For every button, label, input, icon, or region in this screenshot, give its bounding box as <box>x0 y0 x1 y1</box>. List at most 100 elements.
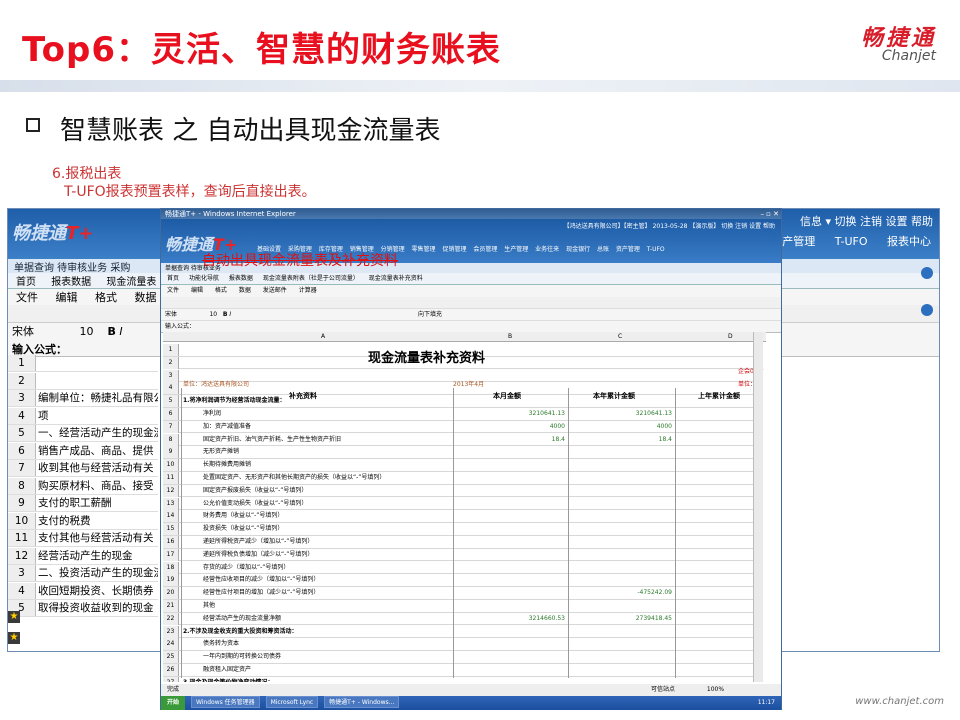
sheet-row[interactable]: 16 递延所得税资产减少（增加以“-”号填列） <box>163 536 763 549</box>
col-header-a[interactable]: A <box>321 333 325 340</box>
back-sheet-row[interactable]: 1 <box>8 355 158 372</box>
help-icon[interactable] <box>921 267 933 279</box>
back-sheet-row[interactable]: 12 经营活动产生的现金 <box>8 547 158 565</box>
tab-cash-flow[interactable]: 现金流量表 <box>106 277 156 288</box>
back-sheet-row[interactable]: 2 <box>8 372 158 390</box>
col-header-b[interactable]: B <box>508 333 512 340</box>
sheet-row[interactable]: 24 债务转为资本 <box>163 638 763 651</box>
sheet-row[interactable]: 6 净利润 3210641.13 3210641.13 <box>163 408 763 421</box>
sheet-row[interactable]: 9 无形资产摊销 <box>163 446 763 459</box>
cell-item[interactable]: 一年内到期的可转换公司债券 <box>203 651 449 663</box>
back-user-nav[interactable]: 信息 ▾ 切换 注销 设置 帮助 <box>800 213 933 229</box>
back-sheet-row[interactable]: 9 支付的职工薪酬 <box>8 495 158 512</box>
sheet-row[interactable]: 19 经营性应收项目的减少（增加以“-”号填列） <box>163 574 763 587</box>
cell-item[interactable]: 加：资产减值准备 <box>203 421 449 433</box>
cell-item[interactable]: 固定资产报废损失（收益以“-”号填列） <box>203 485 449 497</box>
sheet-row[interactable]: 17 递延所得税负债增加（减少以“-”号填列） <box>163 548 763 562</box>
sheet-row[interactable]: 22 经营活动产生的现金流量净额 3214660.53 2739418.45 <box>163 612 763 626</box>
font-size-select[interactable]: 10 <box>79 325 93 338</box>
menu-edit[interactable]: 编辑 <box>191 287 203 294</box>
font-select[interactable]: 宋体 <box>165 311 177 318</box>
menu-format[interactable]: 格式 <box>95 291 117 304</box>
sheet-row[interactable]: 26 融资租入固定资产 <box>163 664 763 677</box>
cell-item[interactable]: 2.不涉及现金收支的重大投资和筹资活动： <box>183 626 449 638</box>
sheet-row[interactable]: 8 固定资产折旧、油气资产折耗、生产性生物资产折旧 18.4 18.4 <box>163 433 763 447</box>
cell-item[interactable]: 投资损失（收益以“-”号填列） <box>203 523 449 535</box>
taskbar-item[interactable]: Microsoft Lync <box>265 696 319 708</box>
favorite-star-icon[interactable]: ★ <box>8 611 20 623</box>
italic-button[interactable]: I <box>119 325 122 338</box>
start-button[interactable]: 开始 <box>161 696 186 710</box>
menu-data[interactable]: 数据 <box>239 287 251 294</box>
sheet-row[interactable]: 20 经营性应付项目的增加（减少以“-”号填列） -475242.09 <box>163 587 763 600</box>
sheet-row[interactable]: 27 3.现金及现金等价物净变动情况： <box>163 676 763 682</box>
back-sheet-row[interactable]: 3二、投资活动产生的现金流量： <box>8 565 158 582</box>
bold-button[interactable]: B <box>223 311 228 318</box>
window-controls[interactable]: – ▫ ✕ <box>760 209 779 219</box>
cell-item[interactable]: 经营性应付项目的增加（减少以“-”号填列） <box>203 587 449 599</box>
tab-home[interactable]: 首页 <box>167 275 179 282</box>
cell-item[interactable]: 递延所得税资产减少（增加以“-”号填列） <box>203 536 449 548</box>
sheet-row[interactable]: 14 财务费用（收益以“-”号填列） <box>163 510 763 523</box>
menu-edit[interactable]: 编辑 <box>56 291 78 304</box>
cell-item[interactable]: 经营活动产生的现金流量净额 <box>203 613 449 625</box>
sheet-row[interactable]: 25 一年内到期的可转换公司债券 <box>163 651 763 664</box>
back-sheet-row[interactable]: 4 收回短期投资、长期债券 <box>8 582 158 600</box>
cell-ytd-amount[interactable]: 4000 <box>568 421 672 433</box>
cell-ytd-amount[interactable]: 18.4 <box>568 434 672 446</box>
cell-month-amount[interactable]: 18.4 <box>453 434 565 446</box>
font-select[interactable]: 宋体 <box>12 325 34 338</box>
zoom-level[interactable]: 100% <box>707 686 724 693</box>
cell-month-amount[interactable]: 3210641.13 <box>453 408 565 420</box>
cell-item[interactable]: 经营性应收项目的减少（增加以“-”号填列） <box>203 574 449 586</box>
tab-home[interactable]: 首页 <box>16 277 36 288</box>
sheet-row[interactable]: 7 加：资产减值准备 4000 4000 <box>163 420 763 434</box>
sheet-row[interactable]: 15 投资损失（收益以“-”号填列） <box>163 523 763 536</box>
sheet-row[interactable]: 13 公允价值变动损失（收益以“-”号填列） <box>163 497 763 511</box>
sheet-row[interactable]: 21 其他 <box>163 600 763 613</box>
cell-item[interactable]: 其他 <box>203 600 449 612</box>
taskbar-item[interactable]: 畅捷通T+ - Windows... <box>324 696 400 708</box>
col-header-c[interactable]: C <box>618 333 622 340</box>
cell-item[interactable]: 处置固定资产、无形资产和其他长期资产的损失（收益以“-”号填列） <box>203 472 449 484</box>
vertical-scrollbar[interactable] <box>753 332 763 682</box>
cell-item[interactable]: 存货的减少（增加以“-”号填列） <box>203 562 449 574</box>
sheet-row[interactable]: 18 存货的减少（增加以“-”号填列） <box>163 561 763 575</box>
back-module-nav[interactable]: 资产管理 T-UFO 报表中心 <box>771 233 931 249</box>
favorite-star-icon[interactable]: ★ <box>8 632 20 644</box>
sheet-row[interactable]: 5 1.将净利润调节为经营活动现金流量： <box>163 395 763 408</box>
back-sheet-row[interactable]: 10 支付的税费 <box>8 512 158 530</box>
back-sheet-row[interactable]: 4项 <box>8 407 158 425</box>
font-size-select[interactable]: 10 <box>209 311 217 318</box>
tab-cash-flow-supplement[interactable]: 现金流量表补充资料 <box>369 275 423 282</box>
sheet-row[interactable]: 11 处置固定资产、无形资产和其他长期资产的损失（收益以“-”号填列） <box>163 472 763 485</box>
cell-item[interactable]: 融资租入固定资产 <box>203 664 449 676</box>
front-top-info[interactable]: 【鸿达送具有限公司】【密主管】 2013-05-28 【演示版】 切换 注销 设… <box>564 221 775 230</box>
help-icon[interactable] <box>921 304 933 316</box>
tab-nav[interactable]: 功能化导航 <box>189 275 219 282</box>
back-sheet-row[interactable]: 5 取得投资收益收到的现金 <box>8 600 158 617</box>
back-sheet-row[interactable]: 5一、经营活动产生的现金流量： <box>8 425 158 442</box>
tab-report-data[interactable]: 报表数据 <box>51 277 91 288</box>
col-header-d[interactable]: D <box>728 333 733 340</box>
tab-report-data[interactable]: 报表数据 <box>229 275 253 282</box>
cell-month-amount[interactable]: 4000 <box>453 421 565 433</box>
cell-item[interactable]: 固定资产折旧、油气资产折耗、生产性生物资产折旧 <box>203 434 449 446</box>
menu-file[interactable]: 文件 <box>16 291 38 304</box>
front-toolbar[interactable] <box>161 297 781 309</box>
cell-item[interactable]: 长期待摊费用摊销 <box>203 459 449 471</box>
cell-ytd-amount[interactable]: -475242.09 <box>568 587 672 599</box>
tab-cash-flow-attachment[interactable]: 现金流量表附表（社是于公司流量） <box>263 275 359 282</box>
cell-item[interactable]: 公允价值变动损失（收益以“-”号填列） <box>203 498 449 510</box>
cell-ytd-amount[interactable]: 2739418.45 <box>568 613 672 625</box>
back-sheet-row[interactable]: 8 购买原材料、商品、接受 <box>8 477 158 495</box>
cell-item[interactable]: 净利润 <box>203 408 449 420</box>
cell-item[interactable]: 递延所得税负债增加（减少以“-”号填列） <box>203 549 449 561</box>
menu-send-mail[interactable]: 发送邮件 <box>263 287 287 294</box>
back-sheet-row[interactable]: 7 收到其他与经营活动有关 <box>8 460 158 477</box>
sheet-row[interactable]: 10 长期待摊费用摊销 <box>163 459 763 472</box>
menu-format[interactable]: 格式 <box>215 287 227 294</box>
back-sheet-row[interactable]: 3编制单位：畅捷礼品有限公司 <box>8 390 158 407</box>
cell-item[interactable]: 无形资产摊销 <box>203 446 449 458</box>
bold-button[interactable]: B <box>107 325 115 338</box>
